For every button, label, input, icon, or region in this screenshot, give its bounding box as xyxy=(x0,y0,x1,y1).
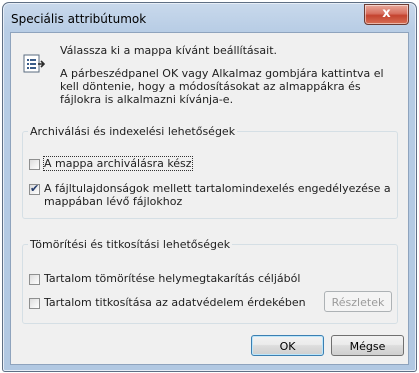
archive-index-group: Archiválási és indexelési lehetőségek A … xyxy=(22,125,398,219)
compress-encrypt-group: Tömörítési és titkosítási lehetőségek Ta… xyxy=(22,238,398,324)
compress-group-title: Tömörítési és titkosítási lehetőségek xyxy=(30,238,231,251)
intro-description: A párbeszédpanel OK vagy Alkalmaz gombjá… xyxy=(60,67,384,106)
close-button[interactable]: x xyxy=(364,4,409,25)
ok-button[interactable]: OK xyxy=(251,335,324,356)
cancel-button-label: Mégse xyxy=(349,340,386,353)
dialog-client-area: Válassza ki a mappa kívánt beállításait.… xyxy=(10,32,409,365)
archive-checkbox[interactable] xyxy=(29,159,40,170)
ok-button-label: OK xyxy=(279,340,296,353)
encrypt-checkbox-label[interactable]: Tartalom titkosítása az adatvédelem érde… xyxy=(44,296,306,309)
intro-text: Válassza ki a mappa kívánt beállításait. xyxy=(60,44,278,57)
compress-checkbox-label[interactable]: Tartalom tömörítése helymegtakarítás cél… xyxy=(44,272,300,285)
window-title: Speciális attribútumok xyxy=(11,12,147,26)
archive-group-title: Archiválási és indexelési lehetőségek xyxy=(30,125,236,138)
details-button[interactable]: Részletek xyxy=(324,291,392,312)
folder-properties-icon xyxy=(23,54,45,73)
compress-checkbox[interactable] xyxy=(29,274,40,285)
cancel-button[interactable]: Mégse xyxy=(331,335,404,356)
title-bar[interactable]: Speciális attribútumok x xyxy=(3,3,416,33)
dialog-window: Speciális attribútumok x Válassza ki a m… xyxy=(2,2,417,372)
details-button-label: Részletek xyxy=(331,296,385,309)
close-icon: x xyxy=(382,6,391,21)
encrypt-checkbox[interactable] xyxy=(29,298,40,309)
archive-checkbox-label[interactable]: A mappa archiválásra kész xyxy=(43,156,193,171)
index-checkbox[interactable] xyxy=(29,182,40,195)
index-checkbox-label[interactable]: A fájltulajdonságok mellett tartalominde… xyxy=(44,182,394,208)
